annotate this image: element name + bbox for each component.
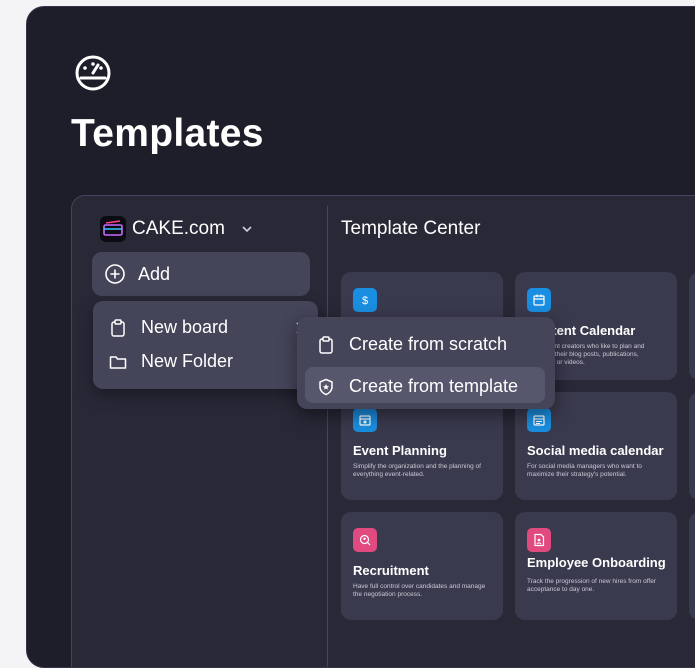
menu-item-create-from-template[interactable]: Create from template (317, 376, 518, 397)
dollar-icon: $ (353, 288, 377, 312)
card-title: Event Planning (353, 443, 447, 458)
chevron-down-icon[interactable] (241, 223, 253, 235)
svg-text:$: $ (362, 295, 368, 307)
new-board-submenu: Create from scratch Create from template (297, 317, 555, 409)
social-calendar-icon (527, 408, 551, 432)
event-calendar-icon (353, 408, 377, 432)
main-panel: CAKE.com Add Template Center $ Content C… (71, 195, 695, 667)
dashboard-gauge-icon (75, 55, 111, 91)
card-title: Recruitment (353, 563, 429, 578)
template-card[interactable]: Employee Onboarding Track the progressio… (515, 512, 677, 620)
workspace-switcher[interactable]: CAKE.com (100, 216, 253, 242)
menu-item-label: Create from scratch (349, 334, 508, 354)
menu-item-label: New board (141, 317, 229, 337)
app-window: Templates CAKE.com Add Template Center $ (26, 6, 695, 668)
add-button-label: Add (138, 263, 171, 284)
workspace-name: CAKE.com (132, 218, 225, 239)
plus-circle-icon (105, 264, 125, 284)
card-title: Employee Onboarding (527, 555, 666, 570)
document-person-icon (527, 528, 551, 552)
page-title: Templates (71, 112, 264, 155)
menu-item-label: New Folder (141, 351, 234, 371)
calendar-icon (527, 288, 551, 312)
panel-divider (327, 206, 328, 667)
add-menu: New board New Folder (93, 301, 318, 389)
card-description: Track the progression of new hires from … (527, 578, 656, 593)
card-title: Social media calendar (527, 443, 664, 458)
template-center-title: Template Center (341, 218, 481, 239)
clipboard-icon (111, 318, 125, 337)
menu-item-label: Create from template (349, 376, 519, 396)
template-card[interactable] (689, 272, 695, 380)
card-description: For social media managers who want to ma… (527, 463, 642, 478)
menu-item-new-folder[interactable]: New Folder (109, 351, 233, 372)
menu-item-create-from-scratch[interactable]: Create from scratch (317, 334, 507, 355)
menu-item-new-board[interactable]: New board (109, 317, 309, 338)
template-card[interactable]: Recruitment Have full control over candi… (341, 512, 503, 620)
card-description: Have full control over candidates and ma… (353, 583, 486, 598)
clipboard-icon (319, 335, 333, 354)
folder-icon (109, 355, 127, 369)
search-person-icon (353, 528, 377, 552)
cake-logo-icon (100, 216, 126, 242)
template-card[interactable] (689, 512, 695, 620)
card-description: Simplify the organization and the planni… (353, 463, 481, 478)
template-card[interactable] (689, 392, 695, 500)
shield-template-icon (319, 378, 333, 395)
add-button[interactable]: Add (92, 252, 310, 296)
